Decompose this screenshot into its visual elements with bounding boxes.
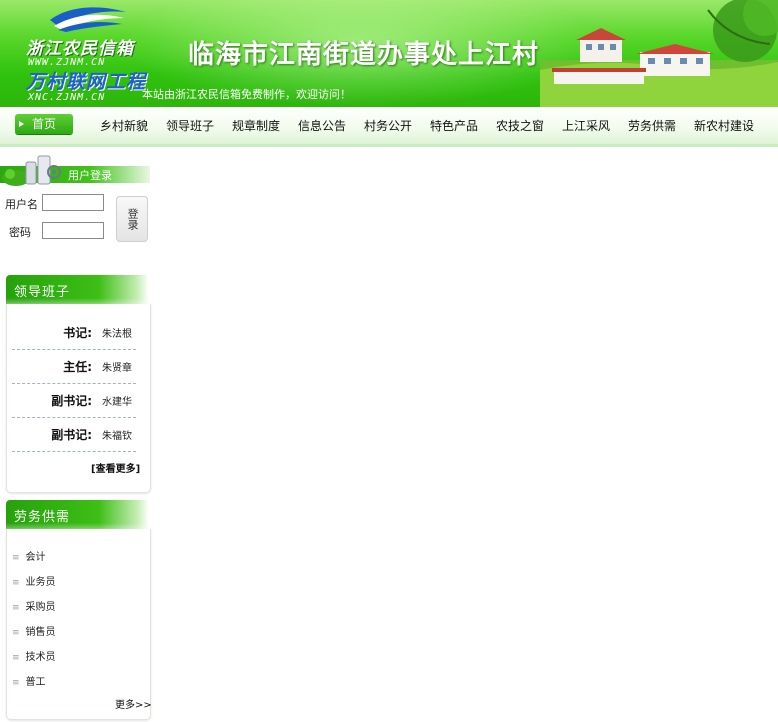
leader-role: 主任:	[63, 360, 92, 374]
labor-panel-header: 劳务供需	[6, 500, 149, 529]
site-logo[interactable]: 浙江农民信箱 WWW.ZJNM.CN 万村联网工程 XNC.ZJNM.CN	[8, 0, 145, 107]
username-input[interactable]	[42, 194, 104, 211]
labor-list-item[interactable]: ≡ 普工	[12, 673, 46, 688]
nav-item-leadership[interactable]: 领导班子	[166, 117, 214, 134]
labor-item-label: 会计	[25, 552, 46, 563]
labor-item-label: 销售员	[25, 627, 56, 638]
labor-item-label: 采购员	[25, 602, 56, 613]
bullet-icon: ≡	[12, 578, 20, 588]
bullet-icon: ≡	[12, 553, 20, 563]
nav-item-regulations[interactable]: 规章制度	[232, 117, 280, 134]
login-header: 用户登录	[0, 150, 150, 186]
nav-item-village-new-look[interactable]: 乡村新貌	[100, 117, 148, 134]
login-button[interactable]: 登录	[116, 196, 148, 242]
labor-more-link[interactable]: 更多>>	[115, 696, 152, 711]
leader-name[interactable]: 朱法根	[102, 325, 132, 340]
logo-text-brand: 浙江农民信箱	[26, 39, 134, 59]
bullet-icon: ≡	[12, 678, 20, 688]
leaders-panel-header: 领导班子	[6, 275, 149, 304]
leader-name[interactable]: 水建华	[102, 393, 132, 408]
page-title: 临海市江南街道办事处上江村	[188, 40, 540, 70]
leader-name[interactable]: 朱贤章	[102, 359, 132, 374]
password-label: 密码	[9, 226, 31, 239]
bullet-icon: ≡	[12, 603, 20, 613]
username-label: 用户名	[5, 198, 38, 211]
leader-name[interactable]: 朱福钦	[102, 427, 132, 442]
logo-wave-icon	[50, 7, 126, 32]
labor-item-label: 普工	[25, 677, 46, 688]
nav-item-village-affairs[interactable]: 村务公开	[364, 117, 412, 134]
login-title: 用户登录	[68, 169, 112, 182]
nav-item-new-countryside[interactable]: 新农村建设	[694, 117, 754, 134]
labor-list-item[interactable]: ≡ 采购员	[12, 598, 56, 613]
leader-role: 副书记:	[51, 428, 92, 442]
password-input[interactable]	[42, 222, 104, 239]
leader-row: 书记: 朱法根	[12, 316, 136, 350]
leader-row: 副书记: 水建华	[12, 384, 136, 418]
welcome-text: 本站由浙江农民信箱免费制作，欢迎访问！	[142, 88, 351, 101]
leader-row: 主任: 朱贤章	[12, 350, 136, 384]
labor-list-item[interactable]: ≡ 技术员	[12, 648, 56, 663]
leader-row: 副书记: 朱福钦	[12, 418, 136, 452]
nav-item-specialty-products[interactable]: 特色产品	[430, 117, 478, 134]
labor-item-label: 技术员	[25, 652, 56, 663]
main-nav: 首页 乡村新貌 领导班子 规章制度 信息公告 村务公开 特色产品 农技之窗 上江…	[0, 107, 778, 147]
logo-url-2: XNC.ZJNM.CN	[28, 92, 106, 103]
labor-list-item[interactable]: ≡ 业务员	[12, 573, 56, 588]
nav-item-shangjiang-scenery[interactable]: 上江采风	[562, 117, 610, 134]
leader-role: 书记:	[63, 326, 92, 340]
nav-item-labor-supply[interactable]: 劳务供需	[628, 117, 676, 134]
village-scene-image	[540, 0, 778, 107]
bullet-icon: ≡	[12, 653, 20, 663]
labor-list-item[interactable]: ≡ 会计	[12, 548, 46, 563]
user-login-icon	[2, 155, 61, 186]
nav-item-announcements[interactable]: 信息公告	[298, 117, 346, 134]
leader-role: 副书记:	[51, 394, 92, 408]
nav-item-agri-tech[interactable]: 农技之窗	[496, 117, 544, 134]
bullet-icon: ≡	[12, 628, 20, 638]
leaders-more-link[interactable]: [查看更多]	[91, 460, 140, 475]
site-banner: 浙江农民信箱 WWW.ZJNM.CN 万村联网工程 XNC.ZJNM.CN 临海…	[0, 0, 778, 107]
nav-home-button[interactable]: 首页	[15, 114, 73, 134]
labor-item-label: 业务员	[25, 577, 56, 588]
labor-list-item[interactable]: ≡ 销售员	[12, 623, 56, 638]
logo-text-project: 万村联网工程	[26, 71, 147, 93]
